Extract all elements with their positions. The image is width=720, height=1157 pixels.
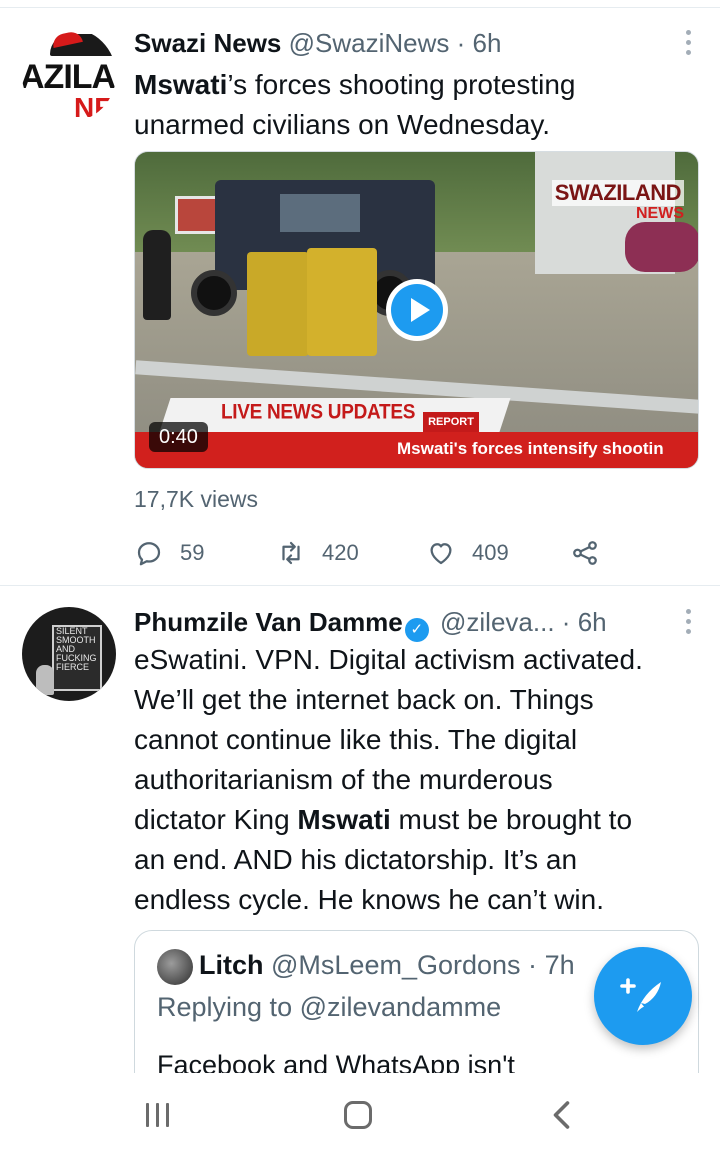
video-duration: 0:40	[149, 422, 208, 452]
tweet-text: eSwatini. VPN. Digital activism activate…	[134, 640, 643, 920]
separator-dot: ·	[528, 950, 538, 980]
feather-plus-icon	[620, 978, 661, 1012]
tweet-text-highlight: Mswati	[297, 804, 391, 835]
news-logo-subtitle: NEWS	[636, 205, 684, 222]
video-frame-bin	[247, 252, 309, 356]
verified-badge-icon: ✓	[404, 618, 429, 642]
separator-dot: ·	[561, 607, 571, 637]
reply-button[interactable]: 59	[134, 536, 204, 570]
quoted-author-name: Litch	[199, 950, 264, 980]
replying-to-handle[interactable]: @zilevandamme	[300, 992, 502, 1022]
compose-tweet-button[interactable]	[594, 947, 692, 1045]
avatar-sign-text: SILENT SMOOTH AND FUCKING FIERCE	[56, 626, 97, 672]
avatar[interactable]: SILENT SMOOTH AND FUCKING FIERCE	[22, 607, 116, 701]
news-report-tag: REPORT	[423, 412, 479, 432]
tweet-text-line: endless cycle. He knows he can’t win.	[134, 884, 604, 915]
share-button[interactable]	[570, 536, 600, 570]
system-navigation-bar	[0, 1073, 720, 1157]
retweet-icon	[282, 541, 300, 565]
reply-icon	[137, 542, 161, 566]
video-player[interactable]: SWAZILAND NEWS LIVE NEWS UPDATES REPORT …	[134, 151, 699, 469]
avatar-logo-subtext: NF	[74, 92, 112, 122]
tweet-text-highlight: Mswati	[134, 69, 228, 100]
retweet-count: 420	[322, 540, 359, 565]
video-frame-wheel	[191, 270, 237, 316]
tweet[interactable]: AZILA NF Swazi News @SwaziNews · 6h Mswa…	[0, 8, 720, 586]
avatar-person	[36, 665, 54, 695]
like-button[interactable]: 409	[426, 536, 509, 570]
tweet-text-line: We’ll get the internet back on. Things	[134, 684, 594, 715]
news-banner-text: LIVE NEWS UPDATES	[221, 400, 416, 425]
more-options-icon[interactable]	[686, 30, 692, 56]
tweet-text: Mswati’s forces shooting protesting unar…	[134, 65, 576, 145]
back-icon[interactable]	[545, 1097, 585, 1133]
recent-apps-icon[interactable]	[140, 1097, 180, 1133]
play-icon	[391, 284, 443, 336]
top-divider	[0, 0, 720, 8]
tweet-header: Swazi News @SwaziNews · 6h	[134, 28, 501, 58]
timestamp[interactable]: 6h	[473, 28, 502, 58]
tweet-text-line: dictator King Mswati must be brought to	[134, 804, 633, 835]
heart-icon	[430, 543, 452, 565]
quoted-author-handle: @MsLeem_Gordons	[271, 950, 521, 980]
timestamp[interactable]: 6h	[578, 607, 607, 637]
quoted-header: Litch @MsLeem_Gordons · 7h	[199, 947, 575, 983]
tweet-actions: 59 420 409	[134, 536, 634, 570]
more-options-icon[interactable]	[686, 609, 692, 635]
author-name[interactable]: Swazi News	[134, 28, 281, 58]
author-handle[interactable]: @zileva...	[440, 607, 555, 637]
avatar[interactable]: AZILA NF	[22, 28, 116, 122]
retweet-button[interactable]: 420	[276, 536, 359, 570]
video-frame-person	[143, 230, 171, 320]
video-frame-bush	[625, 222, 698, 272]
tweet-text-line: ’s forces shooting protesting	[227, 69, 576, 100]
play-button[interactable]	[386, 279, 448, 341]
news-logo-title: SWAZILAND	[551, 180, 684, 206]
separator-dot: ·	[456, 28, 466, 58]
reply-count: 59	[180, 540, 205, 565]
home-icon[interactable]	[340, 1097, 380, 1133]
like-count: 409	[472, 540, 509, 565]
tweet-text-line: an end. AND his dictatorship. It’s an	[134, 844, 578, 875]
author-handle[interactable]: @SwaziNews	[289, 28, 450, 58]
news-channel-logo: SWAZILAND NEWS	[551, 180, 684, 222]
video-frame-truck-window	[280, 194, 360, 232]
tweet-text-line: authoritarianism of the murderous	[134, 764, 553, 795]
tweet-text-line: unarmed civilians on Wednesday.	[134, 109, 551, 140]
author-name[interactable]: Phumzile Van Damme	[134, 607, 403, 637]
share-icon	[573, 541, 597, 565]
view-count: 17,7K views	[134, 486, 259, 512]
video-frame-bin	[307, 248, 377, 356]
tweet-header: Phumzile Van Damme ✓ @zileva... · 6h	[134, 607, 607, 642]
quoted-timestamp: 7h	[544, 950, 575, 980]
news-ticker-text: Mswati's forces intensify shootin	[397, 439, 664, 458]
tweet-text-line: eSwatini. VPN. Digital activism activate…	[134, 644, 643, 675]
replying-to: Replying to @zilevandamme	[157, 992, 502, 1022]
tweet-text-line: cannot continue like this. The digital	[134, 724, 578, 755]
quoted-avatar	[157, 949, 193, 985]
